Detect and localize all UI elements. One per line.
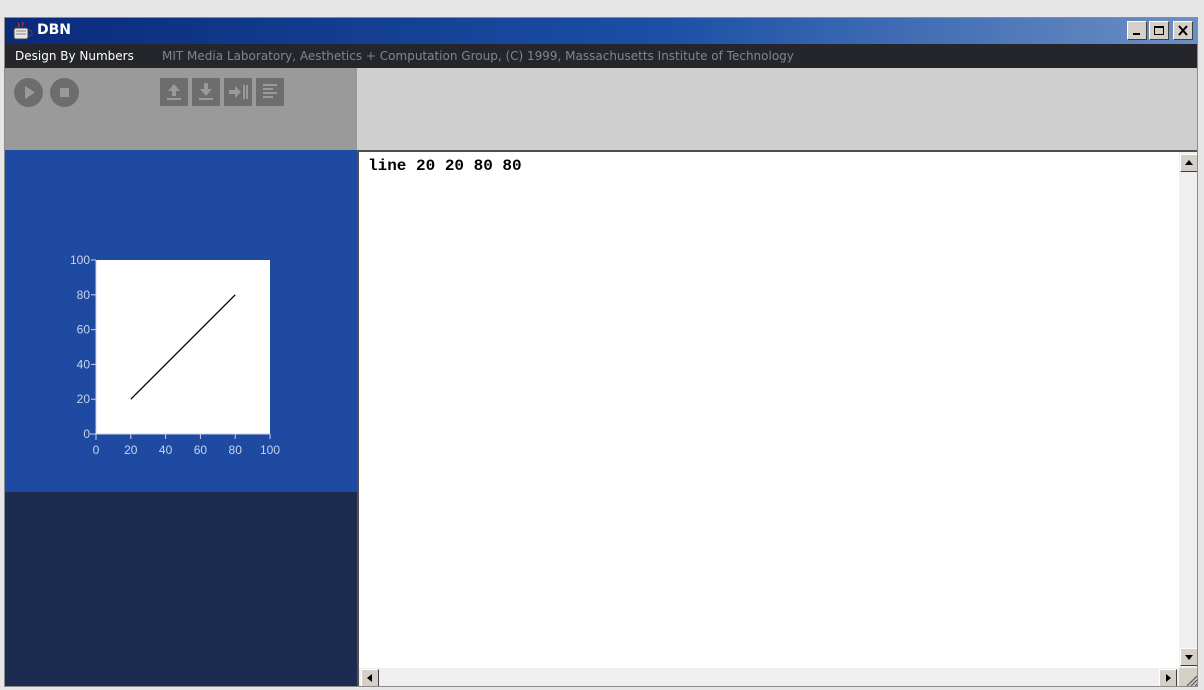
- scroll-up-button[interactable]: [1180, 154, 1197, 172]
- arrow-right-icon: [1166, 674, 1171, 682]
- code-text[interactable]: line 20 20 80 80: [368, 157, 522, 175]
- toolbar: [5, 68, 357, 150]
- menu-bar: Design By Numbers MIT Media Laboratory, …: [5, 44, 1197, 68]
- vertical-scrollbar[interactable]: [1179, 152, 1197, 668]
- arrow-left-icon: [367, 674, 372, 682]
- title-bar[interactable]: DBN: [5, 18, 1197, 44]
- maximize-button[interactable]: [1149, 21, 1169, 40]
- app-name: Design By Numbers: [15, 49, 134, 63]
- y-tick-label: 80: [77, 288, 91, 302]
- export-icon: [229, 85, 248, 99]
- print-icon: [263, 84, 277, 98]
- export-button[interactable]: [224, 78, 252, 106]
- save-button[interactable]: [192, 78, 220, 106]
- y-tick-label: 20: [77, 392, 91, 406]
- y-tick-label: 40: [77, 357, 91, 371]
- java-cup-icon: [13, 21, 33, 40]
- scroll-down-button[interactable]: [1180, 648, 1197, 666]
- arrow-down-icon: [1185, 655, 1193, 660]
- y-tick-label: 0: [83, 427, 90, 441]
- run-button[interactable]: [14, 78, 43, 107]
- x-tick-label: 60: [194, 443, 208, 457]
- close-icon: [1178, 25, 1188, 36]
- maximize-icon: [1154, 26, 1164, 35]
- dbn-plot: 0 20 40 60 80 100 0 20 40 60 80 100: [70, 253, 280, 457]
- message-panel: [5, 492, 357, 686]
- open-icon: [167, 84, 181, 100]
- horizontal-scrollbar[interactable]: [359, 668, 1179, 686]
- x-tick-label: 0: [93, 443, 100, 457]
- y-tick-label: 100: [70, 253, 90, 267]
- code-editor[interactable]: line 20 20 80 80: [357, 150, 1197, 686]
- y-tick-label: 60: [77, 323, 91, 337]
- x-tick-label: 80: [229, 443, 243, 457]
- resize-grip-icon: [1186, 675, 1197, 686]
- output-panel: 0 20 40 60 80 100 0 20 40 60 80 100: [5, 150, 357, 492]
- open-button[interactable]: [160, 78, 188, 106]
- stop-button[interactable]: [50, 78, 79, 107]
- minimize-icon: [1133, 33, 1140, 35]
- dbn-window: DBN Design By Numbers MIT Media Laborato…: [4, 17, 1198, 687]
- x-tick-label: 20: [124, 443, 138, 457]
- minimize-button[interactable]: [1127, 21, 1147, 40]
- print-button[interactable]: [256, 78, 284, 106]
- window-title: DBN: [37, 22, 72, 38]
- arrow-up-icon: [1185, 160, 1193, 165]
- x-tick-label: 40: [159, 443, 173, 457]
- stop-icon: [60, 88, 69, 97]
- save-icon: [199, 83, 213, 100]
- scroll-left-button[interactable]: [361, 669, 379, 686]
- x-tick-label: 100: [260, 443, 280, 457]
- scroll-right-button[interactable]: [1159, 669, 1177, 686]
- credit-text: MIT Media Laboratory, Aesthetics + Compu…: [162, 49, 794, 63]
- close-button[interactable]: [1173, 21, 1193, 40]
- run-icon: [25, 86, 35, 99]
- resize-grip[interactable]: [1179, 668, 1197, 686]
